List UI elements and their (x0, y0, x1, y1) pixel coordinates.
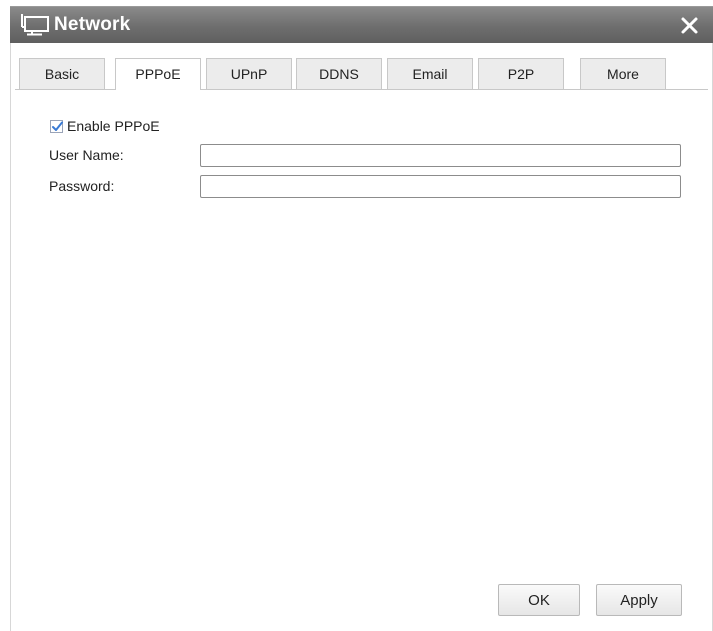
tab-bar: Basic PPPoE UPnP DDNS Email P2P More (15, 58, 708, 90)
apply-button[interactable]: Apply (596, 584, 682, 616)
enable-pppoe-row: Enable PPPoE (50, 117, 160, 135)
tab-basic[interactable]: Basic (19, 58, 105, 89)
enable-pppoe-label: Enable PPPoE (67, 118, 160, 134)
enable-pppoe-checkbox[interactable] (50, 119, 63, 133)
password-input[interactable] (200, 175, 681, 198)
title-bar[interactable]: Network (10, 6, 713, 43)
tab-upnp[interactable]: UPnP (206, 58, 292, 89)
tab-p2p[interactable]: P2P (478, 58, 564, 89)
network-monitor-icon (20, 13, 50, 37)
tab-ddns[interactable]: DDNS (296, 58, 382, 89)
username-input[interactable] (200, 144, 681, 167)
tab-pppoe[interactable]: PPPoE (115, 58, 201, 90)
ok-button[interactable]: OK (498, 584, 580, 616)
tab-email[interactable]: Email (387, 58, 473, 89)
tab-more[interactable]: More (580, 58, 666, 89)
window-title: Network (54, 14, 131, 35)
network-dialog: Network Basic PPPoE UPnP DDNS Email P2P … (0, 0, 713, 631)
username-label: User Name: (49, 147, 124, 163)
close-icon[interactable] (677, 12, 703, 38)
checkmark-icon (52, 121, 63, 131)
password-label: Password: (49, 178, 115, 194)
